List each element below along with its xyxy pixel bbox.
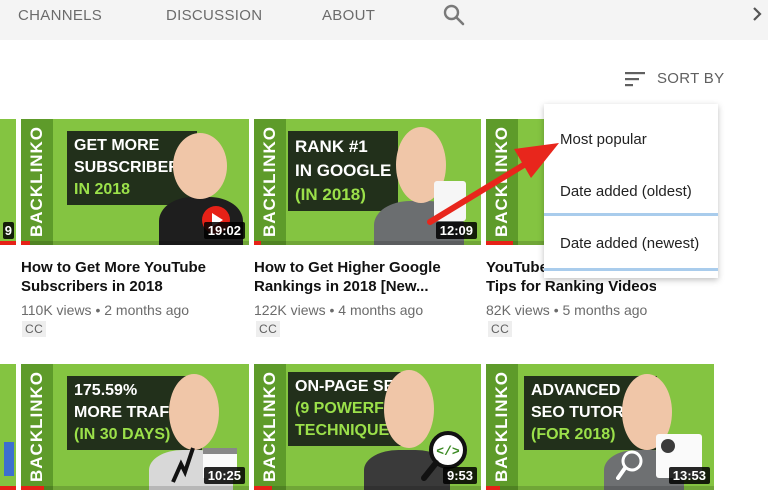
- channel-videos-page: CHANNELS DISCUSSION ABOUT SORT BY 9 BACK…: [0, 0, 768, 495]
- video-thumbnail[interactable]: BACKLINKO RANK #1 IN GOOGLE (IN 2018) 12…: [254, 119, 481, 245]
- magnifier-icon: [616, 450, 643, 480]
- menu-separator: [544, 268, 718, 271]
- video-thumbnail[interactable]: BACKLINKO 175.59% MORE TRAFFIC (IN 30 DA…: [21, 364, 249, 490]
- menu-item-most-popular[interactable]: Most popular: [544, 131, 718, 148]
- brand-watermark: BACKLINKO: [260, 371, 279, 482]
- video-thumbnail-partial[interactable]: [0, 364, 16, 490]
- brand-watermark: BACKLINKO: [492, 126, 511, 237]
- brand-watermark: BACKLINKO: [27, 371, 46, 482]
- channel-tabs: CHANNELS DISCUSSION ABOUT: [0, 0, 768, 40]
- video-thumbnail[interactable]: BACKLINKO ADVANCED SEO TUTORIAL (FOR 201…: [486, 364, 714, 490]
- menu-separator: [544, 213, 718, 216]
- video-meta: 122K views • 4 months ago: [254, 302, 424, 318]
- video-duration: 10:25: [203, 467, 245, 484]
- sort-menu: Most popular Date added (oldest) Date ad…: [544, 104, 718, 278]
- video-meta: 82K views • 5 months ago: [486, 302, 648, 318]
- search-icon[interactable]: [443, 4, 465, 26]
- tab-channels[interactable]: CHANNELS: [18, 7, 102, 24]
- video-title[interactable]: How to Get More YouTube Subscribers in 2…: [21, 258, 249, 296]
- thumbnail-headline: RANK #1 IN GOOGLE (IN 2018): [288, 131, 399, 211]
- video-duration: 19:02: [203, 222, 245, 239]
- video-thumbnail[interactable]: BACKLINKO GET MORE SUBSCRIBERS IN 2018 1…: [21, 119, 249, 245]
- cc-badge: CC: [256, 321, 281, 337]
- chevron-right-icon[interactable]: [750, 5, 764, 23]
- sort-icon: [625, 72, 645, 87]
- brand-watermark: BACKLINKO: [260, 126, 279, 237]
- menu-item-date-oldest[interactable]: Date added (oldest): [544, 183, 718, 200]
- video-meta: 110K views • 2 months ago: [21, 302, 190, 318]
- checklist-graphic: [434, 181, 466, 221]
- growth-arrow-icon: [171, 447, 195, 483]
- video-thumbnail[interactable]: BACKLINKO ON-PAGE SEO (9 POWERFUL TECHNI…: [254, 364, 481, 490]
- tab-about[interactable]: ABOUT: [322, 7, 375, 24]
- video-duration: 9: [2, 222, 14, 239]
- menu-item-date-newest[interactable]: Date added (newest): [544, 235, 718, 252]
- svg-text:</>: </>: [436, 444, 460, 459]
- cc-badge: CC: [22, 321, 47, 337]
- video-duration: 13:53: [668, 467, 710, 484]
- tab-discussion[interactable]: DISCUSSION: [166, 7, 262, 24]
- cc-badge: CC: [488, 321, 513, 337]
- video-title[interactable]: How to Get Higher Google Rankings in 201…: [254, 258, 481, 296]
- video-duration: 12:09: [435, 222, 477, 239]
- brand-watermark: BACKLINKO: [27, 126, 46, 237]
- brand-watermark: BACKLINKO: [492, 371, 511, 482]
- video-thumbnail-partial[interactable]: 9: [0, 119, 16, 245]
- video-duration: 9:53: [442, 467, 477, 484]
- sort-by-label: SORT BY: [657, 70, 725, 87]
